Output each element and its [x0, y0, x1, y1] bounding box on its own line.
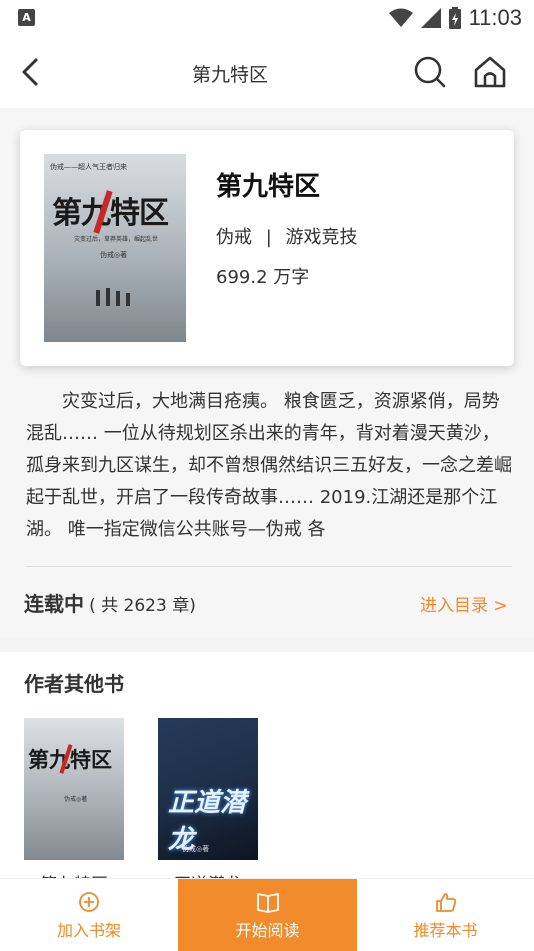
divider — [26, 566, 512, 567]
book-category: 游戏竞技 — [285, 227, 358, 248]
status-icons: 11:03 — [388, 4, 522, 32]
thumbs-up-icon — [435, 893, 456, 912]
top-nav-bar: 第九特区 — [0, 36, 534, 108]
notification-icon: A — [18, 9, 35, 26]
search-icon[interactable] — [412, 54, 448, 90]
signal-icon — [420, 8, 441, 28]
other-books-section: 作者其他书 第九特区 伪戒◎著 第九特区 正道潜龙 伪戒◎著 正道潜龙 — [0, 652, 534, 895]
home-icon[interactable] — [470, 54, 510, 90]
book-author-category: 伪戒 | 游戏竞技 — [216, 223, 358, 249]
book-info-card: 伪戒——超人气王者归来 第九特区 灾变过后，草莽英雄，崛起乱世 伪戒◎著 第九特… — [20, 130, 514, 366]
start-reading-label: 开始阅读 — [235, 921, 300, 940]
book-word-count: 699.2 万字 — [216, 267, 310, 288]
recommend-book-button[interactable]: 推荐本书 — [357, 879, 534, 951]
plus-circle-icon — [79, 892, 99, 912]
table-of-contents-link[interactable]: 进入目录 > — [420, 591, 508, 616]
other-books-heading: 作者其他书 — [24, 672, 124, 696]
book-cover[interactable]: 伪戒——超人气王者归来 第九特区 灾变过后，草莽英雄，崛起乱世 伪戒◎著 — [44, 154, 186, 342]
chapter-count: ( 共 2623 章) — [89, 596, 196, 616]
clock: 11:03 — [468, 5, 522, 30]
start-reading-button[interactable]: 开始阅读 — [178, 879, 357, 951]
mini-cover-author: 伪戒◎著 — [64, 796, 88, 803]
page-title: 第九特区 — [191, 64, 268, 86]
cover-subtitle: 灾变过后，草莽英雄，崛起乱世 — [74, 236, 159, 243]
other-book-item[interactable]: 第九特区 伪戒◎著 第九特区 — [24, 718, 124, 895]
other-book-item[interactable]: 正道潜龙 伪戒◎著 正道潜龙 — [158, 718, 258, 895]
recommend-label: 推荐本书 — [413, 921, 478, 940]
serial-status: 连载中 — [24, 592, 84, 616]
book-description[interactable]: 灾变过后，大地满目疮痍。 粮食匮乏，资源紧俏，局势混乱…… 一位从待规划区杀出来… — [26, 386, 512, 546]
book-title: 第九特区 — [216, 172, 321, 202]
meta-separator: | — [265, 227, 272, 248]
cover-tagline: 伪戒——超人气王者归来 — [50, 163, 127, 171]
bottom-action-bar: 加入书架 开始阅读 推荐本书 — [0, 878, 534, 951]
cover-figures-image — [96, 288, 130, 306]
serial-status-row: 连载中 ( 共 2623 章) — [24, 588, 196, 617]
other-book-cover[interactable]: 正道潜龙 伪戒◎著 — [158, 718, 258, 860]
other-book-cover[interactable]: 第九特区 伪戒◎著 — [24, 718, 124, 860]
add-to-shelf-label: 加入书架 — [56, 921, 121, 940]
open-book-icon — [256, 893, 279, 913]
mini-cover-author: 伪戒◎著 — [182, 845, 210, 853]
wifi-icon — [388, 8, 413, 27]
battery-icon — [448, 7, 461, 29]
book-meta: 第九特区 伪戒 | 游戏竞技 699.2 万字 — [216, 166, 358, 289]
status-bar: A 11:03 — [0, 0, 534, 36]
book-author[interactable]: 伪戒 — [216, 227, 252, 248]
add-to-shelf-button[interactable]: 加入书架 — [0, 879, 178, 951]
cover-author: 伪戒◎著 — [100, 251, 128, 259]
